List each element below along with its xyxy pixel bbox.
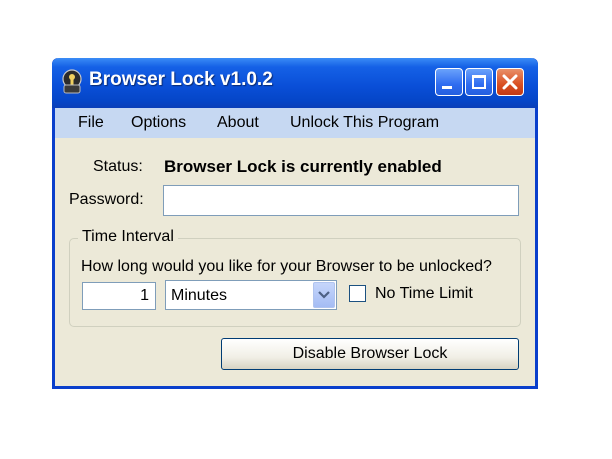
no-time-limit-label[interactable]: No Time Limit [375, 285, 473, 303]
lock-app-icon [62, 69, 82, 94]
menu-options[interactable]: Options [131, 114, 186, 132]
time-interval-question: How long would you like for your Browser… [81, 258, 492, 275]
chevron-down-icon [318, 291, 330, 299]
time-unit-select[interactable]: Minutes [165, 280, 337, 310]
dropdown-button[interactable] [313, 282, 335, 308]
maximize-icon [472, 75, 486, 89]
minimize-button[interactable] [435, 68, 463, 96]
menu-file[interactable]: File [78, 114, 104, 132]
window-title: Browser Lock v1.0.2 [89, 69, 273, 90]
status-label: Status: [93, 158, 143, 175]
time-amount-input[interactable]: 1 [82, 282, 156, 310]
close-icon [502, 74, 518, 90]
menu-unlock-program[interactable]: Unlock This Program [290, 114, 439, 132]
disable-browser-lock-button[interactable]: Disable Browser Lock [221, 338, 519, 370]
maximize-button[interactable] [465, 68, 493, 96]
close-button[interactable] [496, 68, 524, 96]
minimize-icon [442, 86, 452, 89]
status-value: Browser Lock is currently enabled [164, 157, 442, 176]
time-unit-value: Minutes [171, 287, 228, 304]
password-label: Password: [69, 191, 144, 208]
title-bar[interactable]: Browser Lock v1.0.2 [52, 58, 538, 108]
no-time-limit-checkbox[interactable] [349, 285, 366, 302]
browser-lock-window: Browser Lock v1.0.2 File Options About U… [52, 58, 538, 389]
password-input[interactable] [163, 185, 519, 216]
time-interval-legend: Time Interval [78, 228, 178, 246]
menu-about[interactable]: About [217, 114, 259, 132]
menu-bar: File Options About Unlock This Program [55, 108, 535, 138]
